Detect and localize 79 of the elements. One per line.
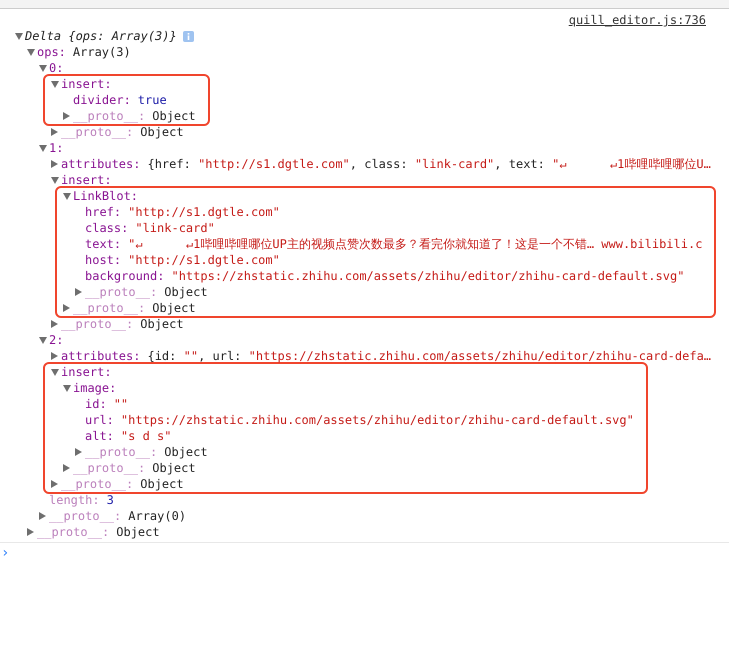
triangle-down-icon[interactable] (51, 80, 59, 88)
triangle-down-icon[interactable] (39, 144, 47, 152)
triangle-down-icon[interactable] (39, 336, 47, 344)
triangle-right-icon[interactable] (51, 128, 58, 136)
property-value: Object (164, 444, 208, 461)
property-key: text: (85, 235, 122, 253)
source-link[interactable]: quill_editor.js:736 (568, 11, 706, 29)
property-value: Object (140, 476, 184, 493)
property-key: class: (85, 219, 128, 237)
property-key: image: (73, 379, 116, 397)
triangle-right-icon[interactable] (75, 288, 82, 296)
property-value: Array(0) (128, 508, 186, 525)
property-key: 0: (49, 59, 64, 77)
triangle-right-icon[interactable] (51, 160, 58, 168)
property-key: 1: (49, 139, 64, 157)
property-value: Object (152, 108, 196, 125)
console-prompt: › (1, 546, 10, 560)
property-value: true (138, 92, 167, 109)
property-value: 3 (106, 492, 114, 509)
property-key: insert: (61, 75, 112, 93)
property-preview: {id: "", url: "https://zhstatic.zhihu.com/assets/zhihu/editor/zhihu-card-defa… (147, 348, 712, 365)
property-value: "↵ ↵1哔哩哔哩哪位UP主的视频点赞次数最多？看完你就知道了！这是一个不错… www.bilibili.c (128, 236, 702, 253)
property-preview: {href: "http://s1.dgtle.com", class: "link-card", text: "↵ ↵1哔哩哔哩哪位U… (147, 156, 711, 173)
triangle-right-icon[interactable] (63, 112, 70, 120)
triangle-down-icon[interactable] (39, 64, 47, 72)
property-value: "link-card" (135, 220, 215, 237)
property-value: "https://zhstatic.zhihu.com/assets/zhihu/editor/zhihu-card-default.svg" (120, 412, 634, 429)
property-key: ops: (37, 43, 66, 61)
triangle-down-icon[interactable] (63, 384, 71, 392)
property-value: "" (114, 396, 128, 413)
property-value: "https://zhstatic.zhihu.com/assets/zhihu/editor/zhihu-card-default.svg" (171, 268, 684, 285)
triangle-right-icon[interactable] (51, 320, 58, 328)
property-key: __proto__: (37, 523, 110, 541)
property-value: Object (116, 524, 160, 541)
property-key: alt: (85, 427, 114, 445)
triangle-right-icon[interactable] (63, 304, 70, 312)
triangle-right-icon[interactable] (51, 352, 58, 360)
property-key: __proto__: (61, 123, 134, 141)
property-key: insert: (61, 363, 112, 381)
property-key: url: (85, 411, 114, 429)
property-key: __proto__: (73, 299, 146, 317)
property-value: Object (152, 300, 196, 317)
property-key: id: (85, 395, 107, 413)
property-key: LinkBlot: (73, 187, 138, 205)
property-key: __proto__: (61, 315, 134, 333)
property-key: attributes: (61, 155, 140, 173)
property-value: Object (140, 124, 184, 141)
property-key: __proto__: (49, 507, 122, 525)
property-key: 2: (49, 331, 64, 349)
property-key: __proto__: (61, 475, 134, 493)
property-key: attributes: (61, 347, 140, 365)
property-value: "http://s1.dgtle.com" (128, 204, 280, 221)
property-value: "http://s1.dgtle.com" (128, 252, 280, 269)
triangle-down-icon[interactable] (15, 32, 23, 40)
property-value: Object (164, 284, 208, 301)
triangle-down-icon[interactable] (51, 368, 59, 376)
property-key: divider: (73, 91, 131, 109)
object-summary[interactable]: Delta {ops: Array(3)} (25, 27, 177, 45)
property-key: href: (85, 203, 122, 221)
property-value: Object (140, 316, 184, 333)
property-key: __proto__: (73, 459, 146, 477)
property-key: background: (85, 267, 164, 285)
triangle-down-icon[interactable] (27, 48, 35, 56)
triangle-right-icon[interactable] (39, 512, 46, 520)
property-key: insert: (61, 171, 112, 189)
triangle-right-icon[interactable] (27, 528, 34, 536)
triangle-down-icon[interactable] (63, 192, 71, 200)
property-key: length: (49, 491, 100, 509)
property-value: Object (152, 460, 196, 477)
triangle-right-icon[interactable] (75, 448, 82, 456)
triangle-right-icon[interactable] (51, 480, 58, 488)
property-key: __proto__: (85, 283, 158, 301)
property-value: "s d s" (120, 428, 172, 445)
triangle-right-icon[interactable] (63, 464, 70, 472)
property-value: Array(3) (72, 44, 131, 61)
property-key: __proto__: (85, 443, 158, 461)
triangle-down-icon[interactable] (51, 176, 59, 184)
property-key: host: (85, 251, 122, 269)
property-key: __proto__: (73, 107, 146, 125)
